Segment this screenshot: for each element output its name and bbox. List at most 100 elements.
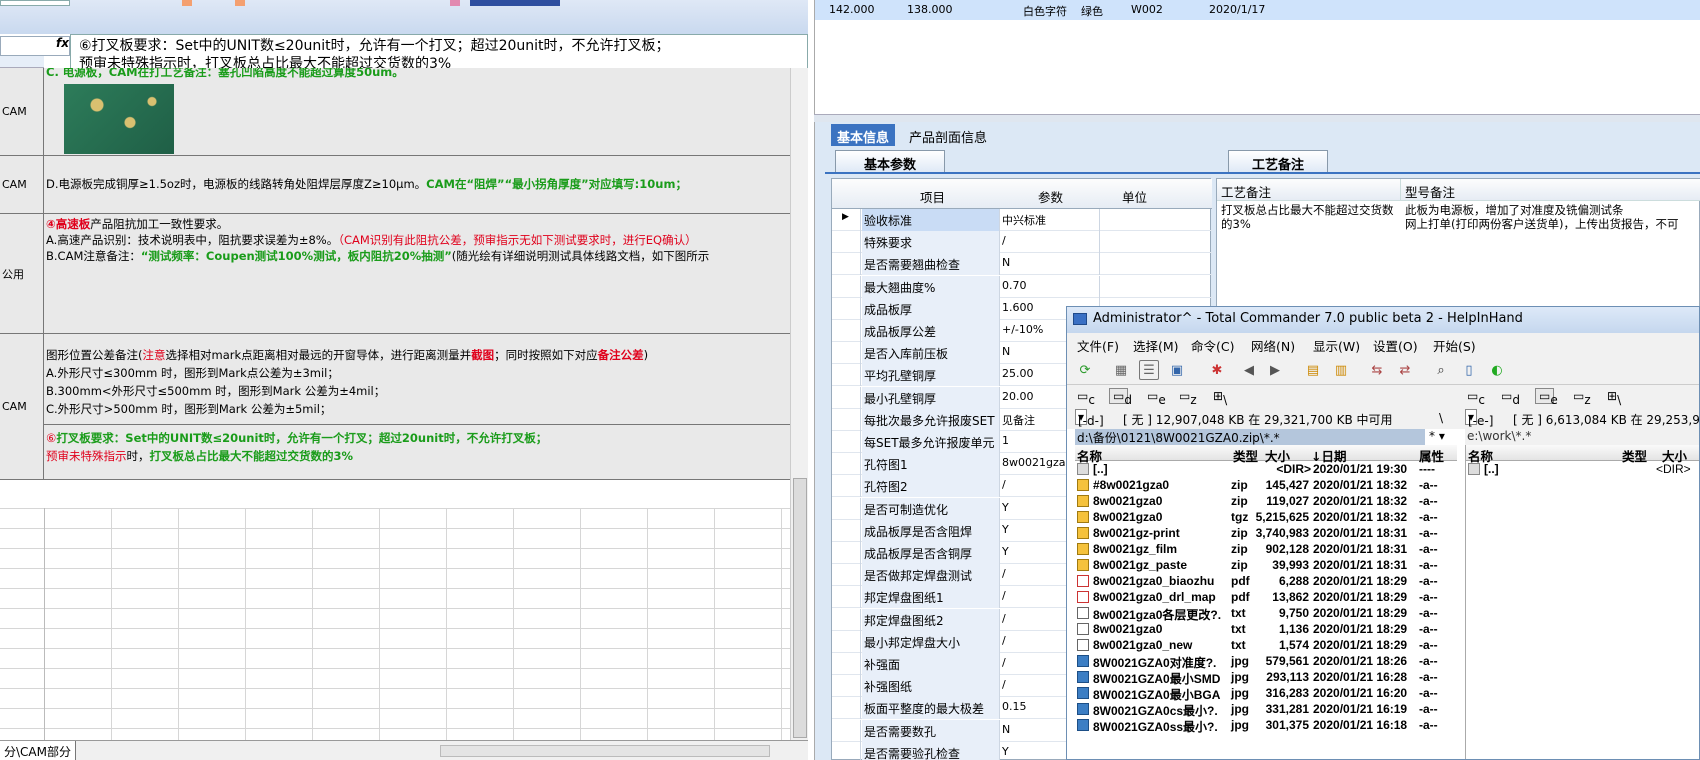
drive-c-right[interactable]: ▭ c xyxy=(1467,389,1485,407)
row-selector[interactable] xyxy=(832,320,861,342)
ftp-icon[interactable]: ⇆ xyxy=(1367,360,1387,380)
star-icon[interactable]: ✱ xyxy=(1207,360,1227,380)
thumbnail-icon[interactable]: ▣ xyxy=(1167,360,1187,380)
row-selector[interactable] xyxy=(832,431,861,453)
row-content[interactable]: ④高速板产品阻抗加工一致性要求。 A.高速产品识别：技术说明表中，阻抗要求误差为… xyxy=(44,214,790,333)
row-selector[interactable] xyxy=(832,342,861,365)
toolbar-icon[interactable] xyxy=(182,0,192,6)
row-selector[interactable] xyxy=(832,564,861,587)
row-selector[interactable] xyxy=(832,719,861,742)
row-selector[interactable] xyxy=(832,297,861,320)
row-selector[interactable] xyxy=(832,675,861,698)
row-selector[interactable] xyxy=(832,253,861,276)
sheet-tab-cam[interactable]: 分\CAM部分 xyxy=(0,741,76,760)
drive-e-right[interactable]: ▭ e xyxy=(1535,388,1558,407)
url-icon[interactable]: ⇄ xyxy=(1395,360,1415,380)
list-item[interactable]: 8w0021gza0 tgz 5,215,625 2020/01/21 18:32 -a… xyxy=(1075,509,1457,525)
row-selector[interactable] xyxy=(832,408,861,431)
colors-icon[interactable]: ◐ xyxy=(1487,360,1507,380)
scroll-thumb[interactable] xyxy=(793,478,807,738)
fx-icon[interactable]: fx xyxy=(56,36,69,50)
drive-network-right[interactable]: ⊞ \ xyxy=(1607,389,1621,407)
table-row[interactable]: CAM D.电源板完成铜厚≥1.5oz时，电源板的线路转角处阻焊层厚度Z≥10μ… xyxy=(0,156,790,214)
table-row[interactable]: 是否需要翘曲检查 N xyxy=(832,253,1212,276)
list-item[interactable]: 8w0021gza0_biaozhu pdf 6,288 2020/01/21 18:… xyxy=(1075,573,1457,589)
empty-grid[interactable] xyxy=(0,508,790,740)
row-selector[interactable]: ▶ xyxy=(832,209,861,231)
vertical-scrollbar[interactable] xyxy=(790,68,808,740)
list-item[interactable]: 8W0021GZA0最小SMD jpg 293,113 2020/01/21 16:2… xyxy=(1075,669,1457,686)
menu-file[interactable]: 文件(F) xyxy=(1077,336,1119,355)
row-selector[interactable] xyxy=(832,608,861,631)
param-value[interactable]: / xyxy=(1000,231,1100,254)
table-row[interactable]: 特殊要求 / xyxy=(832,231,1212,254)
pack-icon[interactable]: ▤ xyxy=(1303,360,1323,380)
left-path[interactable]: d:\备份\0121\8W0021GZA0.zip\*.* xyxy=(1075,429,1425,445)
left-drive-select[interactable]: [-d-] ▾ xyxy=(1075,409,1104,428)
list-item[interactable]: 8w0021gz_paste zip 39,993 2020/01/21 18:31-… xyxy=(1075,557,1457,573)
row-selector[interactable] xyxy=(832,630,861,653)
window-title[interactable]: Administrator^ - Total Commander 7.0 pub… xyxy=(1067,307,1699,333)
list-item[interactable]: 8w0021gz_film zip 902,128 2020/01/21 18:31-… xyxy=(1075,541,1457,557)
forward-icon[interactable]: ▶ xyxy=(1265,360,1285,380)
list-item[interactable]: 8w0021gza0_drl_map pdf 13,862 2020/01/21 18… xyxy=(1075,589,1457,605)
list-item[interactable]: #8w0021gza0 zip 145,427 2020/01/21 18:32 -a-… xyxy=(1075,477,1457,493)
refresh-icon[interactable]: ⟳ xyxy=(1075,360,1095,380)
row-selector[interactable] xyxy=(832,653,861,675)
list-item[interactable]: 8W0021GZA0cs最小?. jpg 331,281 2020/01/21 16:… xyxy=(1075,701,1457,718)
drive-z[interactable]: ▭ z xyxy=(1179,389,1197,407)
list-item[interactable]: 8w0021gza0 zip 119,027 2020/01/21 18:32 -a-- xyxy=(1075,493,1457,509)
drive-network[interactable]: ⊞ \ xyxy=(1213,389,1227,407)
list-item[interactable]: [..] <DIR> 2020/01/21 19:30 ---- xyxy=(1075,461,1457,477)
column-header[interactable]: 单位 xyxy=(1122,187,1147,206)
column-header[interactable]: 项目 xyxy=(920,187,945,206)
filter-dropdown[interactable]: * ▾ xyxy=(1429,429,1445,443)
drive-z-right[interactable]: ▭ z xyxy=(1573,389,1591,407)
model-note-text[interactable]: 此板为电源板，增加了对准度及铣偏测试条 网上打单(打印两份客户送货单)，上传出货… xyxy=(1405,203,1700,231)
row-content[interactable]: D.电源板完成铜厚≥1.5oz时，电源板的线路转角处阻焊层厚度Z≥10μm。CA… xyxy=(44,156,790,213)
horizontal-scrollbar[interactable] xyxy=(440,745,770,757)
list-view-icon[interactable]: ☰ xyxy=(1139,360,1159,380)
row-selector[interactable] xyxy=(832,697,861,720)
right-path[interactable]: e:\work\*.* xyxy=(1465,429,1699,445)
list-item[interactable]: 8w0021gza0各层更改?. txt 9,750 2020/01/21 18:29… xyxy=(1075,605,1457,622)
search-icon[interactable]: ⌕ xyxy=(1431,360,1451,380)
list-item[interactable]: 8w0021gza0_new txt 1,574 2020/01/21 18:29 -a… xyxy=(1075,637,1457,653)
table-row[interactable]: CAM C. 电源板，CAM在打工艺备注：塞孔凹陷高度不能超过算度50um。 xyxy=(0,68,790,156)
row-selector[interactable] xyxy=(832,275,861,298)
tab-process-notes[interactable]: 工艺备注 xyxy=(1228,150,1328,173)
table-row[interactable]: 最大翘曲度% 0.70 xyxy=(832,275,1212,298)
list-item[interactable]: [..] <DIR> xyxy=(1466,461,1699,477)
row-selector[interactable] xyxy=(832,542,861,564)
list-item[interactable]: 8W0021GZA0最小BGA jpg 316,283 2020/01/21 16:2… xyxy=(1075,685,1457,702)
back-icon[interactable]: ◀ xyxy=(1239,360,1259,380)
column-header[interactable]: 参数 xyxy=(1038,187,1063,206)
param-value[interactable]: 中兴标准 xyxy=(1000,209,1100,231)
row-selector[interactable] xyxy=(832,741,861,760)
row-selector[interactable] xyxy=(832,231,861,254)
list-item[interactable]: 8w0021gz-print zip 3,740,983 2020/01/21 18:… xyxy=(1075,525,1457,541)
param-value[interactable]: N xyxy=(1000,253,1100,276)
row-selector[interactable] xyxy=(832,497,861,520)
row-selector[interactable] xyxy=(832,364,861,387)
process-note-text[interactable]: 打叉板总占比最大不能超过交货数的3% xyxy=(1221,203,1397,231)
row-selector[interactable] xyxy=(832,475,861,498)
right-drive-select[interactable]: [-e-] ▾ xyxy=(1465,409,1493,428)
document-icon[interactable]: ▯ xyxy=(1459,360,1479,380)
row-content[interactable]: 图形位置公差备注(注意选择相对mark点距离相对最远的开窗导体，进行距离测量并截… xyxy=(44,334,790,479)
menu-start[interactable]: 开始(S) xyxy=(1433,336,1476,355)
param-value[interactable]: 0.70 xyxy=(1000,275,1100,298)
drive-e[interactable]: ▭ e xyxy=(1147,389,1166,407)
menu-network[interactable]: 网络(N) xyxy=(1251,336,1295,355)
root-button[interactable]: \ xyxy=(1439,411,1443,425)
list-item[interactable]: 8W0021GZA0ss最小?. jpg 301,375 2020/01/21 16:… xyxy=(1075,717,1457,734)
row-content[interactable]: C. 电源板，CAM在打工艺备注：塞孔凹陷高度不能超过算度50um。 xyxy=(44,68,790,155)
row-selector[interactable] xyxy=(832,519,861,542)
table-row[interactable]: ▶ 验收标准 中兴标准 xyxy=(832,209,1212,231)
drive-c[interactable]: ▭ c xyxy=(1077,389,1095,407)
splitter[interactable] xyxy=(814,114,1700,122)
table-row[interactable]: 142.000 138.000 白色字符 绿色 W002 2020/1/17 xyxy=(815,0,1700,20)
drive-d[interactable]: ▭ d xyxy=(1109,388,1132,407)
tab-basic-params[interactable]: 基本参数 xyxy=(835,150,945,173)
menu-show[interactable]: 显示(W) xyxy=(1313,336,1360,355)
